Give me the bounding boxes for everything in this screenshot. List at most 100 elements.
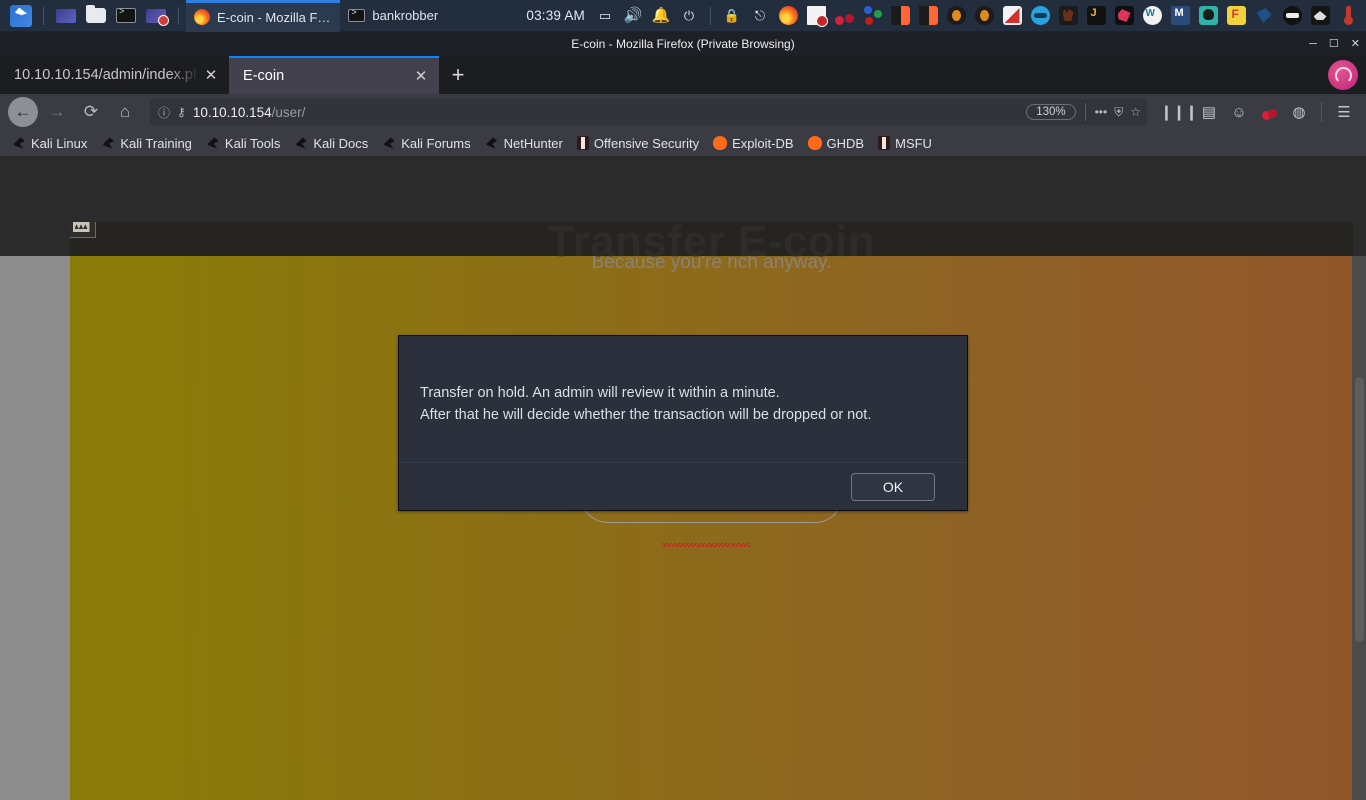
hydra-icon[interactable] [1056,3,1080,29]
thermometer-icon[interactable] [1336,3,1360,29]
bookmark-star-icon[interactable]: ☆ [1130,105,1141,119]
folder-icon[interactable] [83,3,109,29]
system-tray: ▭ 🔊 🔔 ⏻ 🔒 ⎋ [591,3,1366,29]
armitage-icon[interactable] [1028,3,1052,29]
bookmark-kali-docs[interactable]: Kali Docs [288,135,374,152]
bloodhound-icon[interactable] [860,3,884,29]
bookmark-nethunter[interactable]: NetHunter [479,135,569,152]
maltego-icon[interactable] [972,3,996,29]
bookmark-msfu[interactable]: MSFU [872,135,938,152]
book-icon [878,136,891,150]
key-icon[interactable]: ⚷ [177,105,186,119]
home-button[interactable]: ⌂ [110,97,140,127]
logout-icon[interactable]: ⎋ [748,3,772,29]
bookmark-label: MSFU [895,135,932,151]
urlbar-divider [1084,103,1086,121]
bookmark-label: NetHunter [503,135,563,151]
bookmark-exploit-db[interactable]: Exploit-DB [707,135,799,152]
bookmark-kali-linux[interactable]: Kali Linux [6,135,93,152]
app-menu-icon[interactable]: ☰ [1330,98,1358,126]
new-tab-button[interactable]: + [439,56,477,94]
firefox-window: E-coin - Mozilla Firefox (Private Browsi… [0,32,1366,800]
zaproxy-icon[interactable] [1000,3,1024,29]
account-icon[interactable]: ☺ [1225,98,1253,126]
volume-icon[interactable]: 🔊 [621,3,645,29]
back-button[interactable]: ← [8,97,38,127]
cherrytree-icon[interactable] [832,3,856,29]
close-button[interactable]: ✕ [1351,38,1360,50]
viewport-left-gutter [0,190,70,256]
bell-icon[interactable]: 🔔 [649,3,673,29]
bookmark-offensive-security[interactable]: Offensive Security [571,135,705,152]
browser-tab-admin[interactable]: 10.10.10.154/admin/index.ph ✕ [0,56,230,94]
workspace-icon[interactable]: ▭ [593,3,617,29]
toolbar-right-group: ❙❙❙ ▤ ☺ ◍ ☰ [1160,98,1358,126]
aircrack-icon[interactable] [1308,3,1332,29]
power-icon[interactable]: ⏻ [677,3,701,29]
empire-icon[interactable] [1196,3,1220,29]
viewport-right-gutter [1353,190,1366,256]
document-icon[interactable] [804,3,828,29]
metasploit-icon[interactable] [1168,3,1192,29]
kali-menu-icon[interactable] [6,4,36,28]
sidebar-icon[interactable]: ▤ [1195,98,1223,126]
library-icon[interactable]: ❙❙❙ [1160,98,1198,126]
burpsuite-icon[interactable] [888,3,912,29]
bookmark-kali-tools[interactable]: Kali Tools [200,135,286,152]
maximize-button[interactable]: ☐ [1329,38,1339,50]
wpscan-icon[interactable] [1140,3,1164,29]
private-browsing-mask-icon [1328,60,1358,90]
kali-dragon-icon [295,137,307,149]
tray-divider [710,6,711,25]
close-icon[interactable]: ✕ [411,67,431,85]
close-icon[interactable]: ✕ [201,66,221,84]
forward-button[interactable]: → [42,97,72,127]
page-title: Transfer E-coin [547,222,876,266]
bookmark-kali-training[interactable]: Kali Training [95,135,198,152]
minimize-button[interactable]: ─ [1309,38,1317,50]
reload-button[interactable]: ⟳ [76,97,106,127]
kali-dragon-icon [102,137,114,149]
bookmark-ghdb[interactable]: GHDB [802,135,871,152]
terminal-icon[interactable] [113,3,139,29]
bookmarks-toolbar: Kali Linux Kali Training Kali Tools Kali… [0,130,1366,156]
bookmark-label: Kali Linux [31,135,88,151]
zoom-level-indicator[interactable]: 130% [1026,104,1076,120]
sqlmap-icon[interactable] [1112,3,1136,29]
desktop-taskbar: E-coin - Mozilla F… bankrobber 03:39 AM … [0,0,1366,32]
screen-share-icon[interactable] [143,3,169,29]
scrollbar-thumb[interactable] [1355,377,1364,642]
url-bar[interactable]: ⓘ ⚷ 10.10.10.154/user/ 130% ••• ⛨ ☆ [150,99,1147,125]
site-info-icon[interactable]: ⓘ [158,104,170,121]
page-actions-icon[interactable]: ••• [1095,105,1108,119]
anonymous-icon[interactable] [1280,3,1304,29]
taskbar-clock[interactable]: 03:39 AM [526,8,591,23]
url-text: 10.10.10.154/user/ [193,105,1019,120]
vertical-scrollbar[interactable] [1352,222,1366,800]
extension-icon[interactable]: ◍ [1285,98,1313,126]
book-icon [576,136,589,150]
transfer-hold-dialog: Transfer on hold. An admin will review i… [398,335,968,511]
beef-icon[interactable] [944,3,968,29]
kali-dragon-icon [13,137,25,149]
bookmark-kali-forums[interactable]: Kali Forums [376,135,476,152]
noscript-icon[interactable] [1255,98,1283,126]
taskbar-window-firefox[interactable]: E-coin - Mozilla F… [186,0,341,32]
dialog-message: Transfer on hold. An admin will review i… [399,336,967,426]
wireshark-icon[interactable] [1252,3,1276,29]
taskbar-window-bankrobber[interactable]: bankrobber [340,0,448,32]
monitor-icon[interactable] [53,3,79,29]
firefox-icon[interactable] [776,3,800,29]
browser-tab-ecoin[interactable]: E-coin ✕ [229,56,440,94]
lock-icon[interactable]: 🔒 [720,3,744,29]
save-to-pocket-icon[interactable]: ⛨ [1114,105,1123,120]
bookmark-label: GHDB [826,135,865,151]
flame-icon [807,136,822,150]
burpsuite-icon-2[interactable] [916,3,940,29]
toolbar-divider [1321,102,1322,122]
faraday-icon[interactable] [1224,3,1248,29]
tab-title: 10.10.10.154/admin/index.ph [14,67,202,83]
window-titlebar: E-coin - Mozilla Firefox (Private Browsi… [0,32,1366,56]
ok-button[interactable]: OK [851,472,935,501]
johntheripper-icon[interactable] [1084,3,1108,29]
